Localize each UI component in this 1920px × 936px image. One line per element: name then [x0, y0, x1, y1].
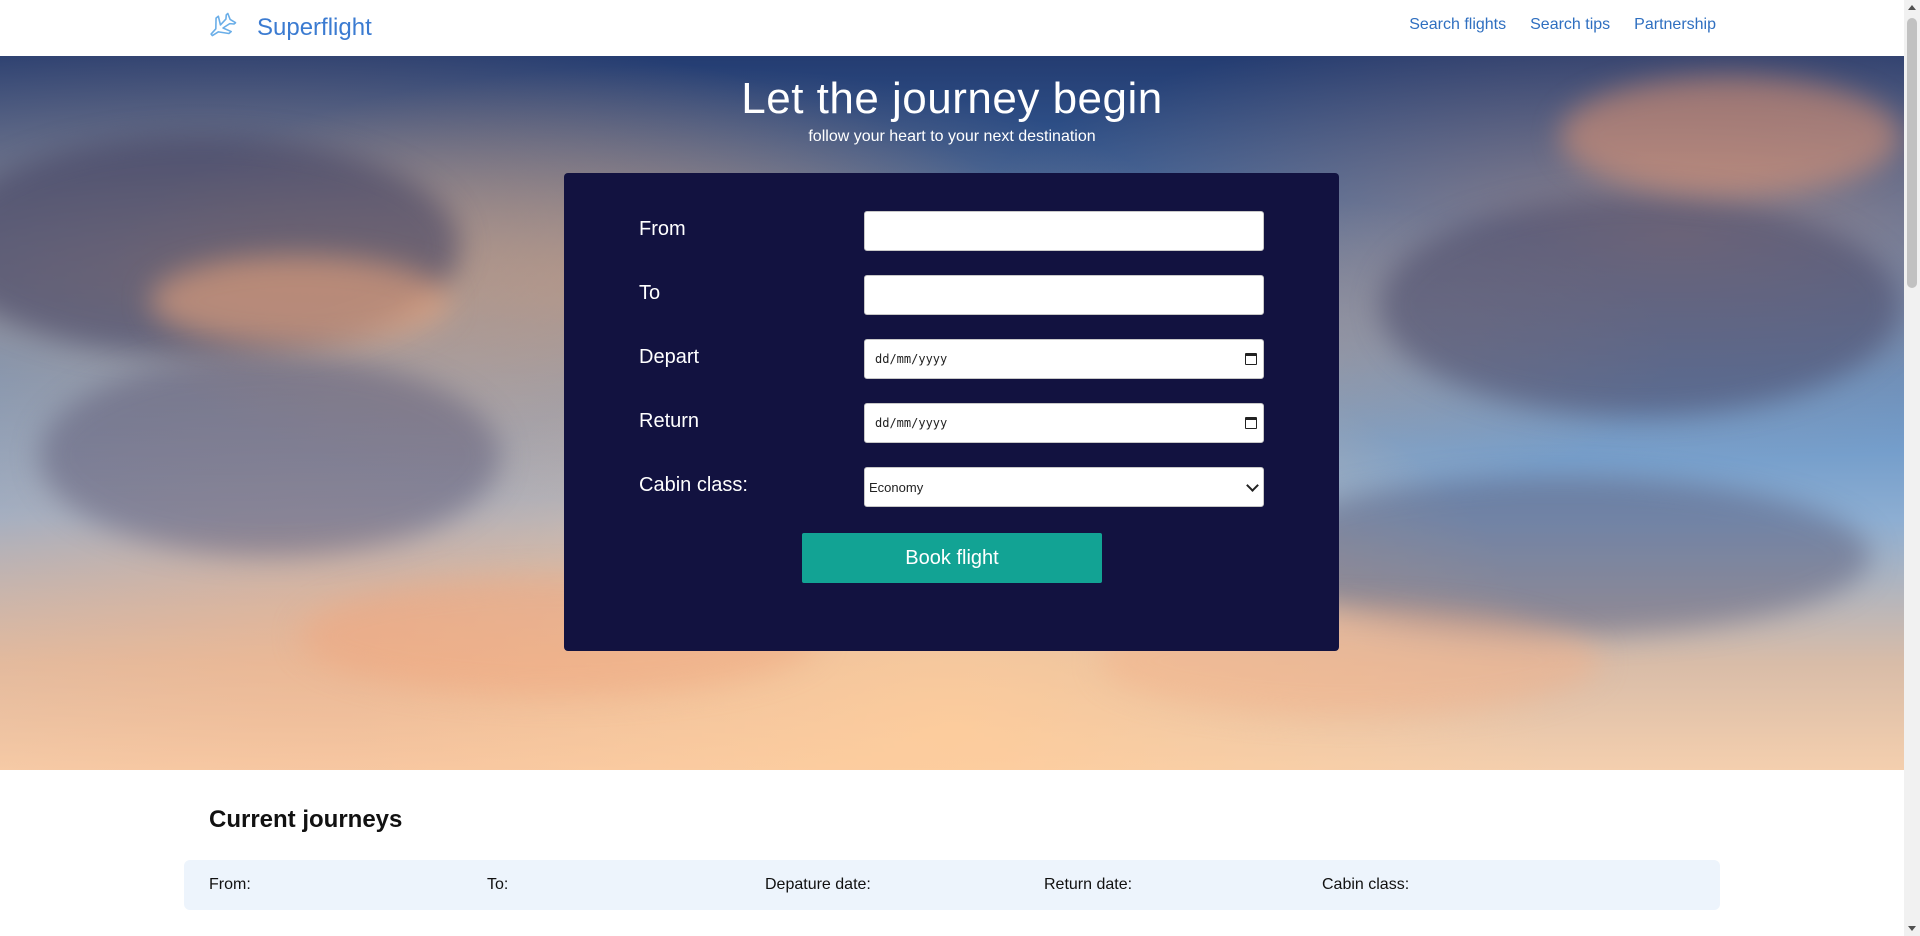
from-label: From	[639, 218, 686, 240]
nav-partnership[interactable]: Partnership	[1634, 16, 1716, 34]
column-from: From:	[209, 876, 251, 893]
cloud-shape	[150, 256, 450, 346]
depart-label: Depart	[639, 346, 700, 368]
chevron-down-icon	[1246, 478, 1259, 492]
depart-date-value: dd/mm/yyyy	[875, 352, 948, 366]
to-row: To	[639, 275, 1264, 315]
hero-title: Let the journey begin	[741, 74, 1163, 123]
nav-search-flights[interactable]: Search flights	[1409, 16, 1506, 34]
airplane-icon	[207, 12, 239, 44]
brand-link[interactable]: Superflight	[207, 8, 372, 48]
cabin-label: Cabin class:	[639, 474, 748, 496]
cloud-shape	[1380, 196, 1900, 416]
top-navbar: Superflight Search flights Search tips P…	[0, 0, 1904, 56]
nav-search-tips[interactable]: Search tips	[1530, 16, 1610, 34]
return-date-value: dd/mm/yyyy	[875, 416, 948, 430]
cloud-shape	[40, 356, 500, 556]
column-to: To:	[487, 876, 509, 893]
brand-name: Superflight	[257, 14, 372, 41]
return-date-input[interactable]: dd/mm/yyyy	[864, 403, 1264, 443]
current-journeys-title: Current journeys	[209, 806, 403, 833]
to-input[interactable]	[864, 275, 1264, 315]
page: Superflight Search flights Search tips P…	[0, 0, 1904, 936]
scroll-down-icon[interactable]	[1908, 926, 1916, 931]
booking-form: From To Depart dd/mm/yyyy Return dd/mm/y…	[564, 173, 1339, 651]
from-row: From	[639, 211, 1264, 251]
main-nav: Search flights Search tips Partnership	[1409, 16, 1716, 34]
from-input[interactable]	[864, 211, 1264, 251]
depart-date-input[interactable]: dd/mm/yyyy	[864, 339, 1264, 379]
hero-subtitle: follow your heart to your next destinati…	[808, 128, 1096, 145]
return-row: Return dd/mm/yyyy	[639, 403, 1264, 443]
cabin-row: Cabin class: Economy	[639, 467, 1264, 507]
page-scrollbar[interactable]	[1904, 0, 1920, 936]
scroll-thumb[interactable]	[1907, 18, 1917, 288]
cabin-class-select[interactable]: Economy	[864, 467, 1264, 507]
book-flight-button[interactable]: Book flight	[802, 533, 1102, 583]
return-label: Return	[639, 410, 700, 432]
column-departure-date: Depature date:	[765, 876, 871, 893]
scroll-up-icon[interactable]	[1908, 5, 1916, 10]
column-return-date: Return date:	[1044, 876, 1133, 893]
cabin-class-value: Economy	[869, 479, 924, 495]
journeys-header-row: From: To: Depature date: Return date: Ca…	[184, 860, 1720, 910]
calendar-icon[interactable]	[1245, 353, 1257, 365]
column-cabin-class: Cabin class:	[1322, 876, 1410, 893]
calendar-icon[interactable]	[1245, 417, 1257, 429]
depart-row: Depart dd/mm/yyyy	[639, 339, 1264, 379]
to-label: To	[639, 282, 661, 304]
